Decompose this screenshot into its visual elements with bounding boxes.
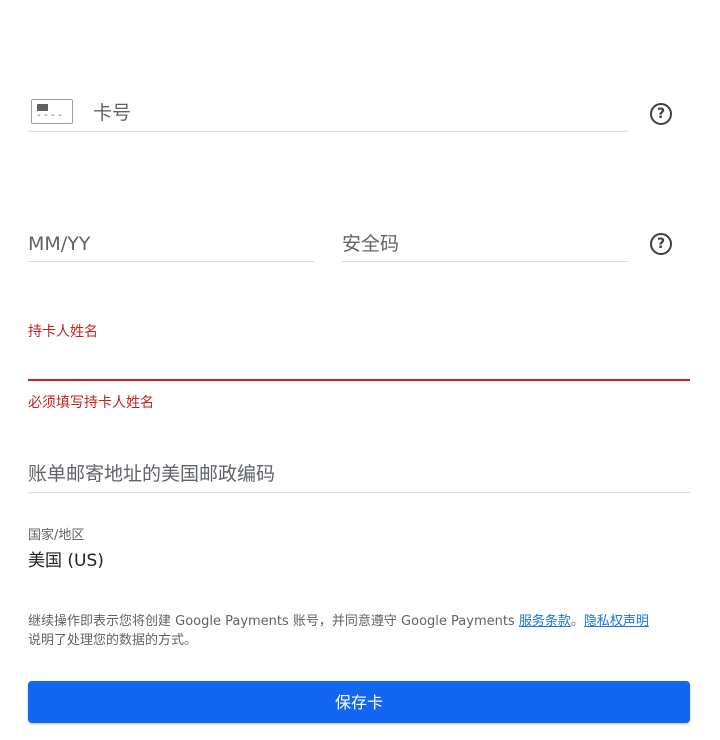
security-code-input[interactable]: 安全码 [342,232,399,256]
privacy-policy-link[interactable]: 隐私权声明 [584,614,649,629]
credit-card-icon: ---- [31,99,73,124]
billing-zip-underline [28,492,690,493]
country-select[interactable]: 美国 (US) [28,550,104,572]
terms-text: 继续操作即表示您将创建 Google Payments 账号，并同意遵守 Goo… [28,612,692,650]
terms-separator: 。 [570,614,584,629]
terms-text-after: 说明了处理您的数据的方式。 [28,633,198,648]
cardholder-name-input[interactable] [28,345,690,379]
cardholder-name-error: 必须填写持卡人姓名 [28,395,154,411]
card-number-help-icon[interactable]: ? [650,103,672,125]
cardholder-name-label: 持卡人姓名 [28,324,98,340]
cardholder-name-underline [28,379,690,381]
card-number-input[interactable]: 卡号 [93,101,131,125]
terms-of-service-link[interactable]: 服务条款 [519,614,571,629]
terms-text-before: 继续操作即表示您将创建 Google Payments 账号，并同意遵守 Goo… [28,614,519,629]
security-code-help-icon[interactable]: ? [650,233,672,255]
security-code-underline [342,261,628,262]
billing-zip-input[interactable]: 账单邮寄地址的美国邮政编码 [28,462,275,486]
expiry-input[interactable]: MM/YY [28,232,90,256]
expiry-underline [28,261,314,262]
save-card-button[interactable]: 保存卡 [28,681,690,723]
card-number-underline [28,131,628,132]
country-label: 国家/地区 [28,528,85,543]
card-dashes: ---- [36,110,65,121]
